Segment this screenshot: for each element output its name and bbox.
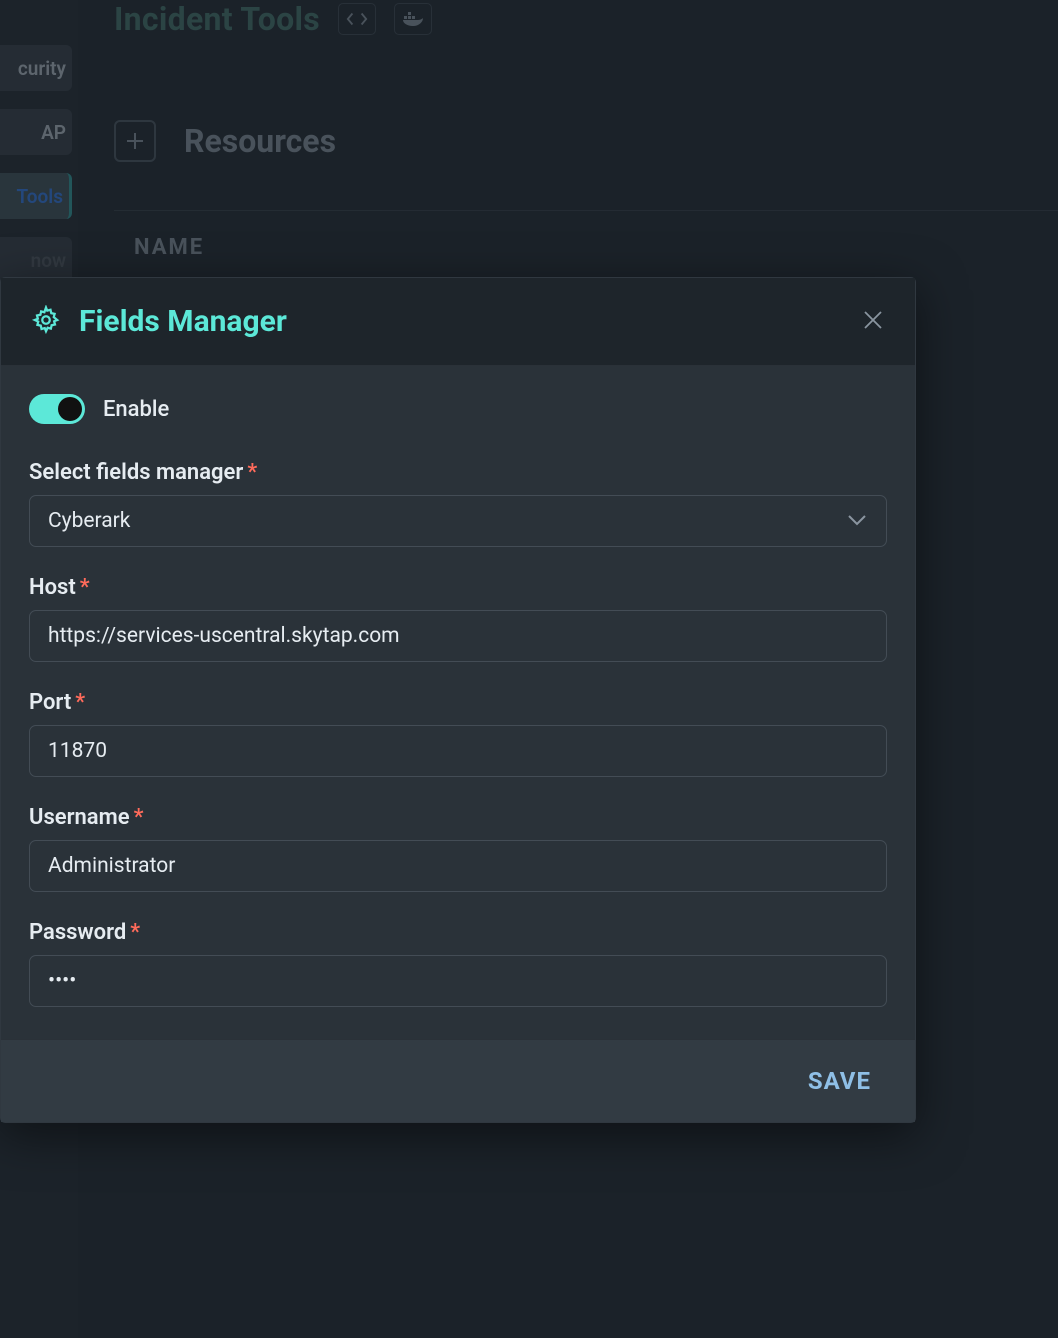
docker-icon-button[interactable] <box>394 3 432 35</box>
sidebar-item-label: Tools <box>17 185 63 208</box>
gear-icon <box>31 305 61 339</box>
enable-toggle[interactable] <box>29 394 85 424</box>
resources-title: Resources <box>184 122 336 160</box>
sidebar-item-security[interactable]: curity <box>0 45 72 91</box>
close-button[interactable] <box>861 308 885 336</box>
fields-manager-label: Select fields manager* <box>29 460 887 485</box>
modal-header: Fields Manager <box>1 278 915 366</box>
plus-icon <box>125 131 145 151</box>
add-resource-button[interactable] <box>114 120 156 162</box>
enable-label: Enable <box>103 397 169 422</box>
sidebar-item-tools[interactable]: Tools <box>0 173 72 219</box>
modal-title: Fields Manager <box>79 304 287 339</box>
sidebar-item-label: now <box>31 249 66 272</box>
fields-manager-modal: Fields Manager Enable Select fields mana… <box>0 277 916 1123</box>
code-icon-button[interactable] <box>338 3 376 35</box>
modal-footer: SAVE <box>1 1039 915 1122</box>
port-label: Port* <box>29 690 887 715</box>
sidebar-item-ap[interactable]: AP <box>0 109 72 155</box>
docker-icon <box>401 10 425 28</box>
toggle-knob <box>58 397 82 421</box>
column-header-name: NAME <box>114 211 1058 284</box>
sidebar-item-label: curity <box>18 57 66 80</box>
save-button[interactable]: SAVE <box>802 1066 877 1096</box>
password-label: Password* <box>29 920 887 945</box>
modal-body: Enable Select fields manager* Cyberark H… <box>1 366 915 1039</box>
host-input[interactable] <box>29 610 887 662</box>
username-input[interactable] <box>29 840 887 892</box>
username-label: Username* <box>29 805 887 830</box>
host-label: Host* <box>29 575 887 600</box>
chevron-down-icon <box>846 509 868 533</box>
port-input[interactable] <box>29 725 887 777</box>
fields-manager-select[interactable]: Cyberark <box>29 495 887 547</box>
close-icon <box>861 308 885 332</box>
resources-table: NAME <box>114 210 1058 284</box>
page-title: Incident Tools <box>114 0 320 38</box>
password-input[interactable] <box>29 955 887 1007</box>
fields-manager-value: Cyberark <box>48 509 130 533</box>
sidebar-item-label: AP <box>41 121 66 144</box>
code-icon <box>346 11 368 27</box>
